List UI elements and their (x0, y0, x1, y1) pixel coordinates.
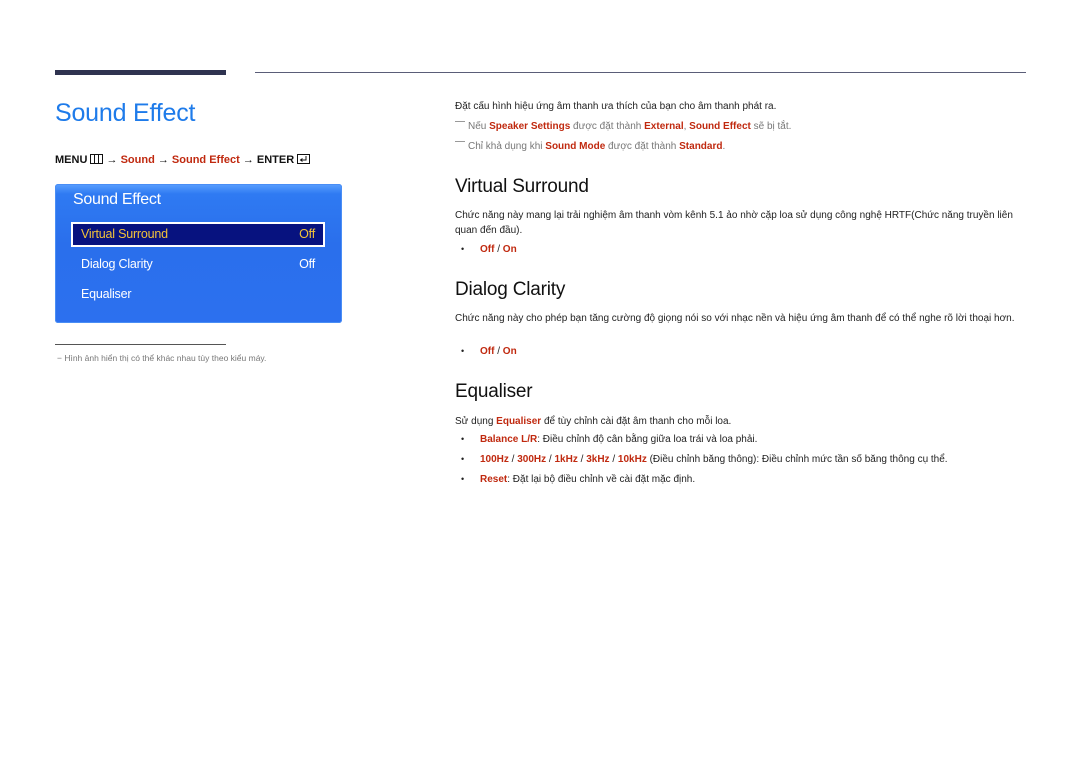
virtual-surround-options: • Off / On (461, 244, 517, 255)
text: : Đặt lại bộ điều chỉnh về cài đặt mặc đ… (507, 474, 696, 485)
option-off: Off (480, 346, 495, 357)
separator: / (577, 454, 587, 465)
heading-equaliser: Equaliser (455, 381, 533, 402)
separator: / (609, 454, 618, 465)
hl-3khz: 3kHz (586, 454, 610, 465)
osd-item-label: Equaliser (81, 287, 132, 301)
arrow: → (242, 154, 254, 166)
arrow: → (157, 154, 169, 166)
heading-virtual-surround: Virtual Surround (455, 176, 589, 197)
dialog-clarity-options: • Off / On (461, 346, 517, 357)
option-on: On (502, 346, 517, 357)
bullet-dot: • (461, 454, 465, 464)
arrow: → (106, 154, 118, 166)
hl-sound-mode: Sound Mode (545, 141, 606, 152)
hl-speaker-settings: Speaker Settings (489, 121, 571, 132)
osd-item-value: Off (299, 227, 315, 241)
separator: / (494, 346, 503, 357)
note-sound-mode: Chỉ khả dụng khi Sound Mode được đặt thà… (455, 141, 725, 152)
hl-external: External (644, 121, 684, 132)
equaliser-reset-item: • Reset: Đặt lại bộ điều chỉnh về cài đặt… (461, 474, 695, 485)
text: . (722, 141, 726, 152)
text: Sử dụng (455, 416, 497, 427)
equaliser-desc: Sử dụng Equaliser để tùy chỉnh cài đặt â… (455, 414, 1025, 429)
bullet-dot: • (461, 244, 465, 254)
note-dash-icon (455, 121, 465, 122)
enter-label: ENTER (256, 154, 295, 166)
option-off: Off (480, 244, 495, 255)
text: : Điều chỉnh độ cân bằng giữa loa trái v… (537, 434, 758, 445)
text: để tùy chỉnh cài đặt âm thanh cho mỗi lo… (541, 416, 732, 427)
bullet-dot: • (461, 474, 465, 484)
menu-step-sound-effect: Sound Effect (171, 154, 240, 166)
text: được đặt thành (605, 141, 680, 152)
text: Chỉ khả dụng khi (468, 141, 546, 152)
separator: / (494, 244, 503, 255)
footnote: − Hình ảnh hiển thị có thể khác nhau tùy… (57, 353, 267, 363)
hl-sound-effect: Sound Effect (689, 121, 751, 132)
separator: / (546, 454, 555, 465)
sound-effect-osd-menu: Sound Effect Virtual Surround Off Dialog… (55, 184, 342, 323)
text: được đặt thành (570, 121, 645, 132)
equaliser-balance-item: • Balance L/R: Điều chỉnh độ cân bằng giữ… (461, 434, 757, 445)
separator: / (508, 454, 518, 465)
footnote-divider (55, 344, 226, 345)
menu-path: MENU → Sound → Sound Effect → ENTER (55, 154, 311, 167)
intro-text: Đặt cấu hình hiệu ứng âm thanh ưa thích … (455, 101, 777, 112)
page-title: Sound Effect (55, 99, 196, 127)
hl-300hz: 300Hz (517, 454, 547, 465)
virtual-surround-desc: Chức năng này mang lại trải nghiệm âm th… (455, 210, 1013, 236)
text: (Điều chỉnh băng thông): Điều chỉnh mức … (646, 454, 948, 465)
hl-balance: Balance L/R (480, 434, 538, 445)
hl-reset: Reset (480, 474, 508, 485)
header-bar-thin (255, 72, 1026, 73)
option-on: On (502, 244, 517, 255)
menu-step-sound: Sound (120, 154, 155, 166)
hl-standard: Standard (679, 141, 723, 152)
osd-title: Sound Effect (73, 191, 161, 208)
hl-100hz: 100Hz (480, 454, 509, 465)
note-speaker-settings: Nếu Speaker Settings được đặt thành Exte… (455, 121, 791, 132)
hl-10khz: 10kHz (617, 454, 647, 465)
osd-item-equaliser[interactable]: Equaliser (71, 282, 325, 307)
bullet-dot: • (461, 346, 465, 356)
menu-label: MENU (55, 154, 88, 166)
hl-1khz: 1kHz (554, 454, 578, 465)
heading-dialog-clarity: Dialog Clarity (455, 279, 566, 300)
osd-item-value: Off (299, 257, 315, 271)
dialog-clarity-desc: Chức năng này cho phép bạn tăng cường độ… (455, 313, 1015, 324)
menu-grid-icon (90, 154, 104, 167)
osd-item-label: Virtual Surround (81, 227, 168, 241)
note-dash-icon (455, 141, 465, 142)
osd-item-virtual-surround[interactable]: Virtual Surround Off (71, 222, 325, 247)
osd-item-dialog-clarity[interactable]: Dialog Clarity Off (71, 252, 325, 277)
osd-item-label: Dialog Clarity (81, 257, 153, 271)
header-bar-thick (55, 70, 226, 75)
bullet-dot: • (461, 434, 465, 444)
enter-icon (297, 154, 311, 167)
text: Nếu (468, 121, 490, 132)
equaliser-bands-item: • 100Hz / 300Hz / 1kHz / 3kHz / 10kHz (Đi… (461, 454, 948, 465)
text: sẽ bị tắt. (750, 121, 792, 132)
hl-equaliser: Equaliser (496, 416, 542, 427)
